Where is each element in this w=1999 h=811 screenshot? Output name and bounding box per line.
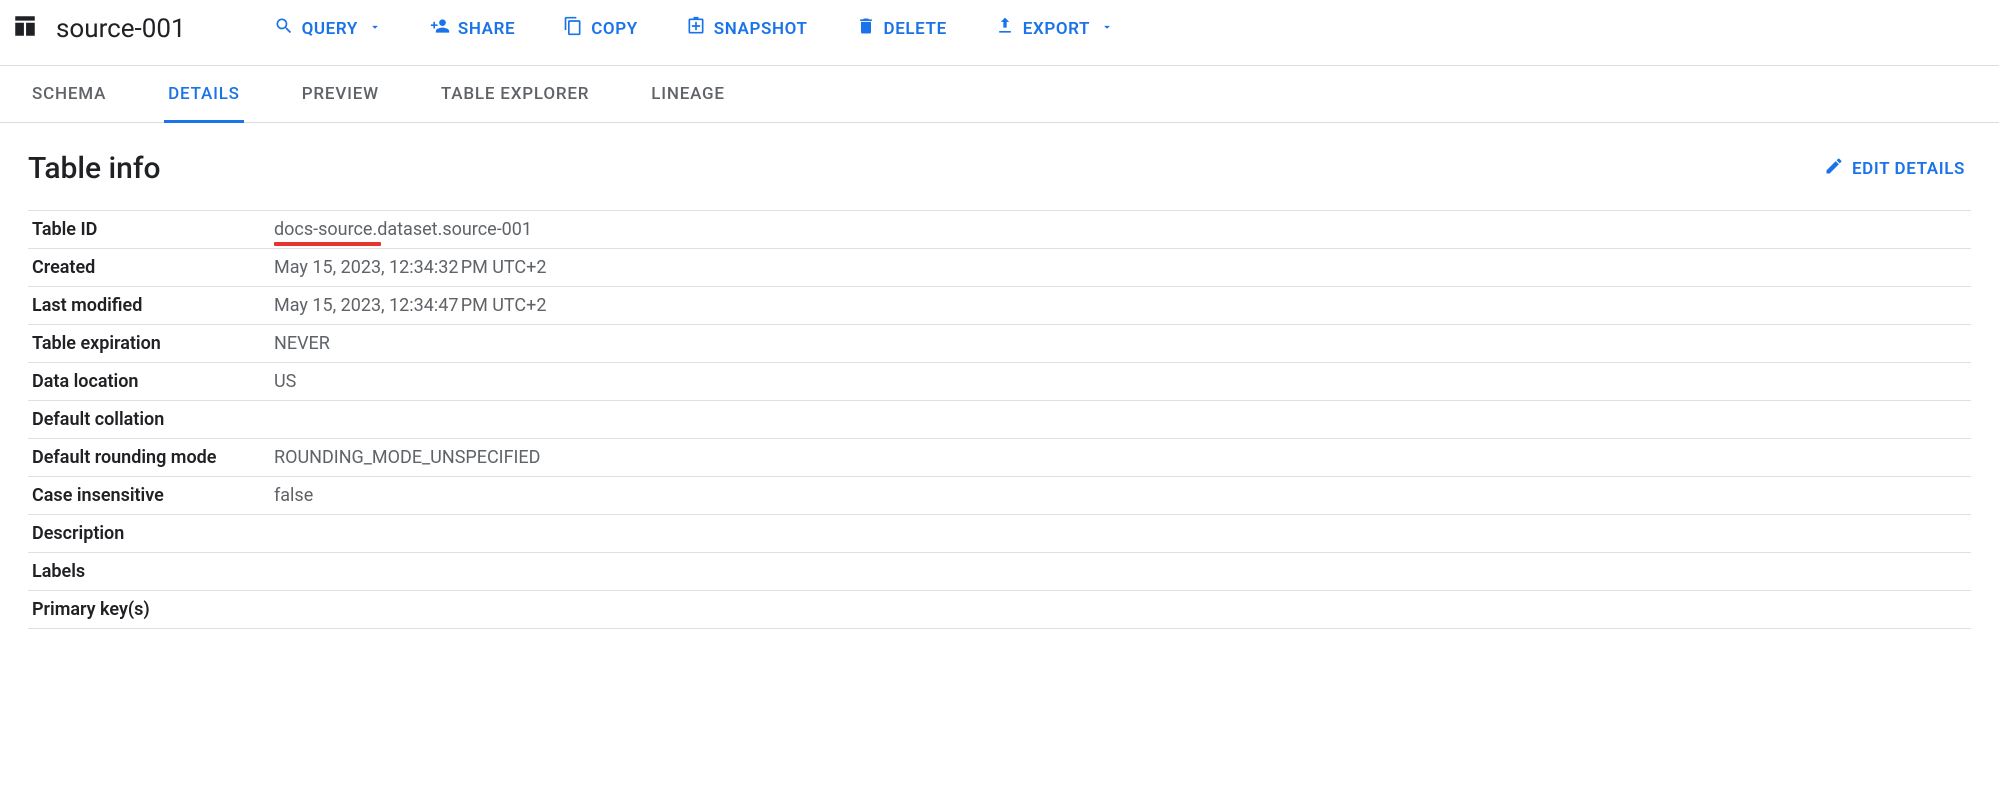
tab-lineage[interactable]: LINEAGE	[647, 66, 729, 123]
table-row: Data location US	[28, 363, 1971, 401]
query-label: QUERY	[302, 19, 358, 39]
info-label: Data location	[28, 363, 270, 401]
info-value	[270, 553, 1971, 591]
info-value	[270, 515, 1971, 553]
copy-label: COPY	[591, 19, 638, 39]
table-row: Table ID docs-source.dataset.source-001	[28, 211, 1971, 249]
info-value: false	[270, 477, 1971, 515]
table-info: Table ID docs-source.dataset.source-001 …	[28, 210, 1971, 629]
section-header: Table info EDIT DETAILS	[28, 151, 1971, 186]
info-value	[270, 591, 1971, 629]
table-id-value: docs-source.dataset.source-001	[274, 219, 532, 240]
table-row: Created May 15, 2023, 12:34:32 PM UTC+2	[28, 249, 1971, 287]
snapshot-label: SNAPSHOT	[714, 19, 808, 39]
share-label: SHARE	[458, 19, 515, 39]
snapshot-button[interactable]: SNAPSHOT	[684, 10, 810, 47]
content: Table info EDIT DETAILS Table ID docs-so…	[0, 123, 1999, 657]
tab-table-explorer[interactable]: TABLE EXPLORER	[437, 66, 593, 123]
page-title: source-001	[56, 14, 186, 44]
export-icon	[995, 16, 1015, 41]
info-value	[270, 401, 1971, 439]
info-value: US	[270, 363, 1971, 401]
chevron-down-icon	[1098, 19, 1114, 39]
export-label: EXPORT	[1023, 19, 1090, 39]
title-group: source-001	[12, 13, 186, 44]
info-label: Default rounding mode	[28, 439, 270, 477]
pencil-icon	[1824, 156, 1844, 181]
tab-bar: SCHEMA DETAILS PREVIEW TABLE EXPLORER LI…	[0, 66, 1999, 123]
info-label: Table ID	[28, 211, 270, 249]
info-label: Case insensitive	[28, 477, 270, 515]
tab-schema[interactable]: SCHEMA	[28, 66, 110, 123]
table-row: Last modified May 15, 2023, 12:34:47 PM …	[28, 287, 1971, 325]
table-row: Primary key(s)	[28, 591, 1971, 629]
info-value: May 15, 2023, 12:34:32 PM UTC+2	[270, 249, 1971, 287]
search-icon	[274, 16, 294, 41]
export-button[interactable]: EXPORT	[993, 10, 1116, 47]
share-button[interactable]: SHARE	[428, 10, 517, 47]
edit-details-button[interactable]: EDIT DETAILS	[1818, 155, 1971, 182]
tab-preview[interactable]: PREVIEW	[298, 66, 383, 123]
info-value: NEVER	[270, 325, 1971, 363]
info-value: May 15, 2023, 12:34:47 PM UTC+2	[270, 287, 1971, 325]
info-label: Last modified	[28, 287, 270, 325]
info-label: Default collation	[28, 401, 270, 439]
info-label: Created	[28, 249, 270, 287]
table-row: Table expiration NEVER	[28, 325, 1971, 363]
section-title: Table info	[28, 151, 161, 186]
info-label: Labels	[28, 553, 270, 591]
table-icon	[12, 13, 38, 44]
snapshot-icon	[686, 16, 706, 41]
copy-icon	[563, 16, 583, 41]
edit-details-label: EDIT DETAILS	[1852, 159, 1965, 179]
tab-details[interactable]: DETAILS	[164, 66, 244, 123]
copy-button[interactable]: COPY	[561, 10, 640, 47]
person-add-icon	[430, 16, 450, 41]
info-value: docs-source.dataset.source-001	[270, 211, 1971, 249]
delete-button[interactable]: DELETE	[854, 10, 949, 47]
table-row: Case insensitive false	[28, 477, 1971, 515]
query-button[interactable]: QUERY	[272, 10, 384, 47]
table-row: Default collation	[28, 401, 1971, 439]
info-label: Description	[28, 515, 270, 553]
info-label: Primary key(s)	[28, 591, 270, 629]
chevron-down-icon	[366, 19, 382, 39]
table-row: Description	[28, 515, 1971, 553]
info-value: ROUNDING_MODE_UNSPECIFIED	[270, 439, 1971, 477]
table-row: Default rounding mode ROUNDING_MODE_UNSP…	[28, 439, 1971, 477]
toolbar: source-001 QUERY SHARE COPY SNAPSHOT DEL…	[0, 0, 1999, 66]
delete-label: DELETE	[884, 19, 947, 39]
info-label: Table expiration	[28, 325, 270, 363]
trash-icon	[856, 16, 876, 41]
table-row: Labels	[28, 553, 1971, 591]
